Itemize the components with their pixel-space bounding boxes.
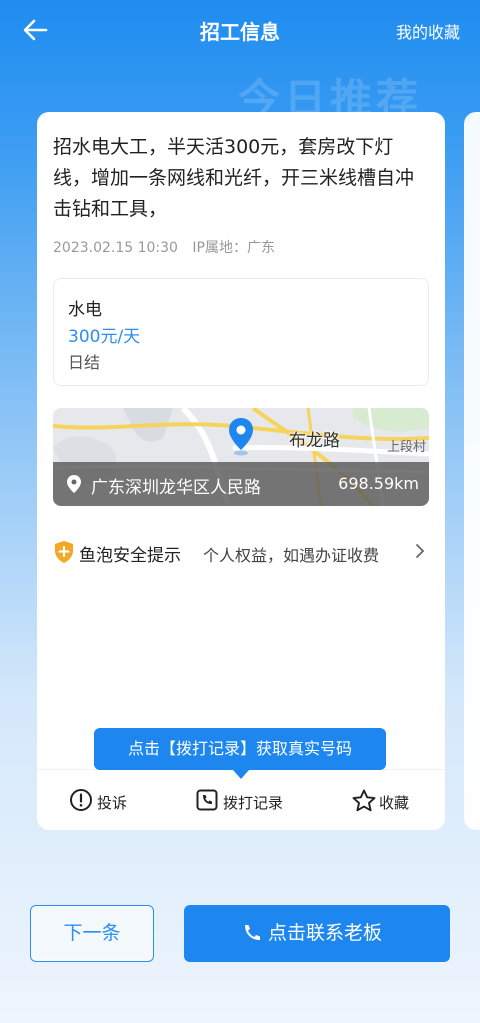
post-date: 2023.02.15 10:30 — [53, 240, 178, 256]
job-address: 广东深圳龙华区人民路 — [91, 478, 261, 498]
safety-tip-row[interactable]: 鱼泡安全提示 个人权益，如遇办证收费 — [53, 540, 429, 566]
location-icon — [67, 475, 81, 493]
call-records-label: 拨打记录 — [223, 794, 284, 812]
shield-icon — [55, 541, 73, 563]
favorite-label: 收藏 — [379, 794, 410, 812]
map-village-label: 上段村 — [387, 440, 427, 455]
favorite-button[interactable]: 收藏 — [351, 788, 415, 814]
map-pin-icon — [229, 418, 253, 456]
address-bar: 广东深圳龙华区人民路 698.59km — [53, 462, 429, 506]
call-records-button[interactable]: 拨打记录 — [195, 788, 291, 814]
contact-boss-button[interactable]: 点击联系老板 — [184, 905, 450, 962]
chevron-right-icon — [416, 544, 425, 558]
job-type: 水电 — [68, 300, 102, 320]
map-road-label: 布龙路 — [289, 431, 340, 451]
job-card: 招水电大工，半天活300元，套房改下灯线，增加一条网线和光纤，开三米线槽自冲击钻… — [37, 112, 445, 830]
contact-boss-label: 点击联系老板 — [268, 922, 383, 944]
job-info-box: 水电 300元/天 日结 — [53, 278, 429, 386]
next-card-peek[interactable] — [464, 112, 480, 830]
exclamation-circle-icon — [70, 789, 92, 811]
safety-tip-title: 鱼泡安全提示 — [79, 546, 181, 566]
location-map[interactable]: 布龙路 上段村 广东深圳龙华区人民路 698.59km — [53, 408, 429, 506]
job-wage: 300元/天 — [68, 327, 141, 347]
phone-record-icon — [196, 789, 218, 811]
job-meta: 2023.02.15 10:30 IP属地：广东 — [53, 237, 275, 257]
tooltip-arrow — [233, 770, 249, 779]
safety-tip-text: 个人权益，如遇办证收费 — [203, 546, 380, 565]
complaint-button[interactable]: 投诉 — [69, 788, 133, 814]
job-description: 招水电大工，半天活300元，套房改下灯线，增加一条网线和光纤，开三米线槽自冲击钻… — [53, 136, 415, 220]
my-favorites-link[interactable]: 我的收藏 — [396, 19, 460, 43]
nav-bar: 招工信息 我的收藏 — [0, 0, 480, 60]
settlement-type: 日结 — [68, 353, 101, 372]
star-icon — [352, 789, 376, 812]
call-records-tooltip: 点击【拨打记录】获取真实号码 — [94, 728, 386, 770]
phone-icon — [245, 925, 260, 940]
next-job-button[interactable]: 下一条 — [30, 905, 154, 962]
job-distance: 698.59km — [338, 474, 419, 493]
ip-location: IP属地：广东 — [192, 240, 275, 256]
complaint-label: 投诉 — [97, 794, 128, 812]
